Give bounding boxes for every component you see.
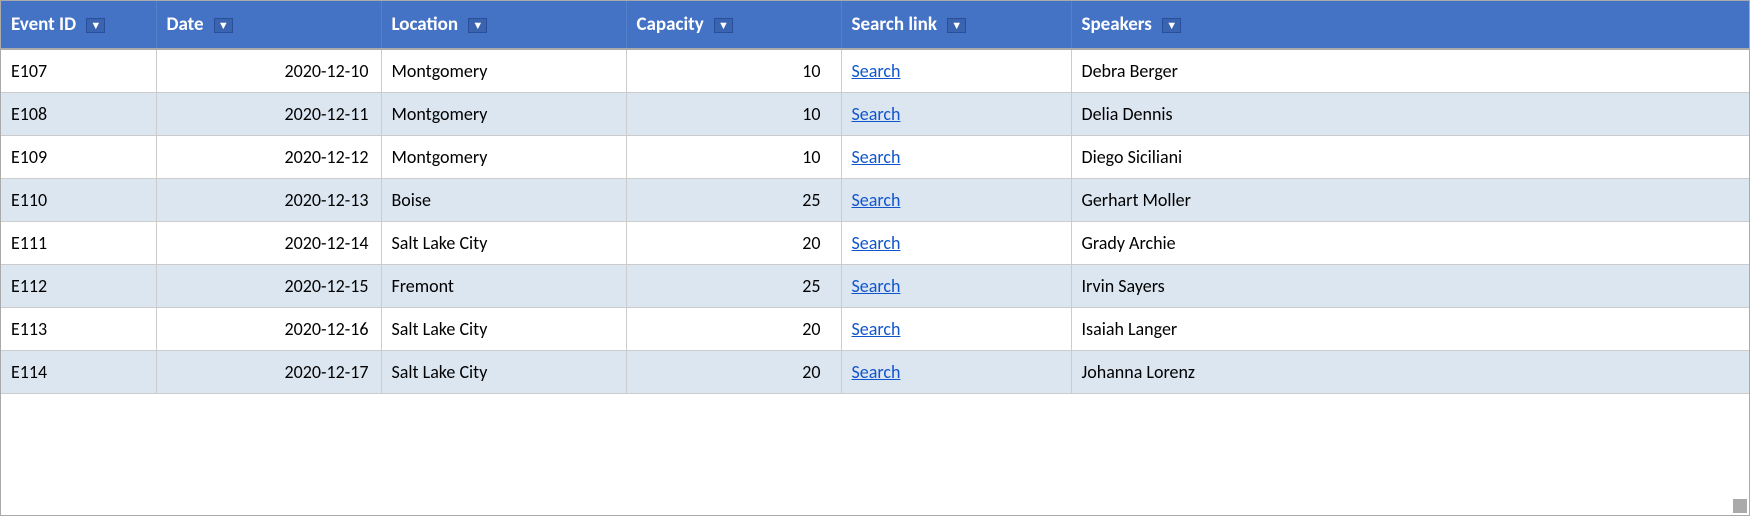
- cell-location: Fremont: [381, 265, 626, 308]
- cell-location: Montgomery: [381, 136, 626, 179]
- col-header-date-label: Date: [167, 13, 204, 36]
- search-hyperlink[interactable]: Search: [852, 275, 901, 297]
- table-row: E1092020-12-12Montgomery10 Search Diego Si…: [1, 136, 1750, 179]
- cell-capacity: 25: [626, 179, 841, 222]
- cell-event-id: E114: [1, 351, 156, 394]
- search-hyperlink[interactable]: Search: [852, 232, 901, 254]
- cell-search-link[interactable]: Search: [841, 265, 1071, 308]
- col-header-event-id: Event ID ▼: [1, 1, 156, 49]
- filter-speakers-button[interactable]: ▼: [1162, 18, 1181, 33]
- cell-location: Montgomery: [381, 49, 626, 93]
- cell-search-link[interactable]: Search: [841, 136, 1071, 179]
- filter-capacity-button[interactable]: ▼: [714, 18, 733, 33]
- table-row: E1082020-12-11Montgomery10 Search Delia De…: [1, 93, 1750, 136]
- search-hyperlink[interactable]: Search: [852, 318, 901, 340]
- header-row: Event ID ▼ Date ▼ Location ▼ Capacity ▼ …: [1, 1, 1750, 49]
- cell-location: Salt Lake City: [381, 351, 626, 394]
- cell-date: 2020-12-11: [156, 93, 381, 136]
- col-header-location-label: Location: [392, 13, 459, 36]
- cell-capacity: 25: [626, 265, 841, 308]
- filter-search-link-button[interactable]: ▼: [947, 18, 966, 33]
- cell-date: 2020-12-14: [156, 222, 381, 265]
- table-row: E1132020-12-16Salt Lake City20 Search Isai…: [1, 308, 1750, 351]
- search-hyperlink[interactable]: Search: [852, 189, 901, 211]
- cell-date: 2020-12-17: [156, 351, 381, 394]
- col-header-location: Location ▼: [381, 1, 626, 49]
- search-hyperlink[interactable]: Search: [852, 146, 901, 168]
- col-header-speakers: Speakers ▼: [1071, 1, 1750, 49]
- col-header-speakers-label: Speakers: [1082, 13, 1152, 36]
- cell-capacity: 10: [626, 136, 841, 179]
- cell-event-id: E110: [1, 179, 156, 222]
- table-row: E1142020-12-17Salt Lake City20 Search Joha…: [1, 351, 1750, 394]
- cell-date: 2020-12-12: [156, 136, 381, 179]
- search-hyperlink[interactable]: Search: [852, 361, 901, 383]
- cell-event-id: E113: [1, 308, 156, 351]
- table-row: E1122020-12-15Fremont25 Search Irvin Sayer…: [1, 265, 1750, 308]
- col-header-search-link: Search link ▼: [841, 1, 1071, 49]
- cell-search-link[interactable]: Search: [841, 179, 1071, 222]
- col-header-capacity-label: Capacity: [637, 13, 704, 36]
- spreadsheet-container: Event ID ▼ Date ▼ Location ▼ Capacity ▼ …: [0, 0, 1750, 516]
- filter-location-button[interactable]: ▼: [468, 18, 487, 33]
- cell-date: 2020-12-13: [156, 179, 381, 222]
- search-hyperlink[interactable]: Search: [852, 60, 901, 82]
- cell-location: Salt Lake City: [381, 222, 626, 265]
- col-header-date: Date ▼: [156, 1, 381, 49]
- cell-event-id: E112: [1, 265, 156, 308]
- col-header-search-link-label: Search link: [852, 13, 938, 36]
- cell-event-id: E111: [1, 222, 156, 265]
- cell-speakers: Gerhart Moller: [1071, 179, 1750, 222]
- cell-event-id: E107: [1, 49, 156, 93]
- filter-event-id-button[interactable]: ▼: [86, 18, 105, 33]
- search-hyperlink[interactable]: Search: [852, 103, 901, 125]
- cell-location: Salt Lake City: [381, 308, 626, 351]
- cell-search-link[interactable]: Search: [841, 308, 1071, 351]
- table-row: E1102020-12-13Boise25 Search Gerhart Molle…: [1, 179, 1750, 222]
- cell-capacity: 10: [626, 93, 841, 136]
- cell-capacity: 10: [626, 49, 841, 93]
- filter-date-button[interactable]: ▼: [214, 18, 233, 33]
- cell-speakers: Delia Dennis: [1071, 93, 1750, 136]
- cell-speakers: Isaiah Langer: [1071, 308, 1750, 351]
- table-row: E1072020-12-10Montgomery10 Search Debra Be…: [1, 49, 1750, 93]
- cell-speakers: Johanna Lorenz: [1071, 351, 1750, 394]
- cell-location: Montgomery: [381, 93, 626, 136]
- cell-capacity: 20: [626, 351, 841, 394]
- cell-search-link[interactable]: Search: [841, 222, 1071, 265]
- cell-date: 2020-12-16: [156, 308, 381, 351]
- cell-capacity: 20: [626, 308, 841, 351]
- cell-event-id: E109: [1, 136, 156, 179]
- cell-search-link[interactable]: Search: [841, 351, 1071, 394]
- cell-speakers: Grady Archie: [1071, 222, 1750, 265]
- cell-speakers: Diego Siciliani: [1071, 136, 1750, 179]
- data-table: Event ID ▼ Date ▼ Location ▼ Capacity ▼ …: [1, 1, 1750, 394]
- cell-speakers: Debra Berger: [1071, 49, 1750, 93]
- cell-event-id: E108: [1, 93, 156, 136]
- cell-date: 2020-12-15: [156, 265, 381, 308]
- cell-search-link[interactable]: Search: [841, 49, 1071, 93]
- table-row: E1112020-12-14Salt Lake City20 Search Grad…: [1, 222, 1750, 265]
- cell-capacity: 20: [626, 222, 841, 265]
- cell-location: Boise: [381, 179, 626, 222]
- col-header-event-id-label: Event ID: [11, 13, 76, 36]
- cell-date: 2020-12-10: [156, 49, 381, 93]
- scroll-indicator: [1733, 499, 1747, 513]
- col-header-capacity: Capacity ▼: [626, 1, 841, 49]
- cell-search-link[interactable]: Search: [841, 93, 1071, 136]
- cell-speakers: Irvin Sayers: [1071, 265, 1750, 308]
